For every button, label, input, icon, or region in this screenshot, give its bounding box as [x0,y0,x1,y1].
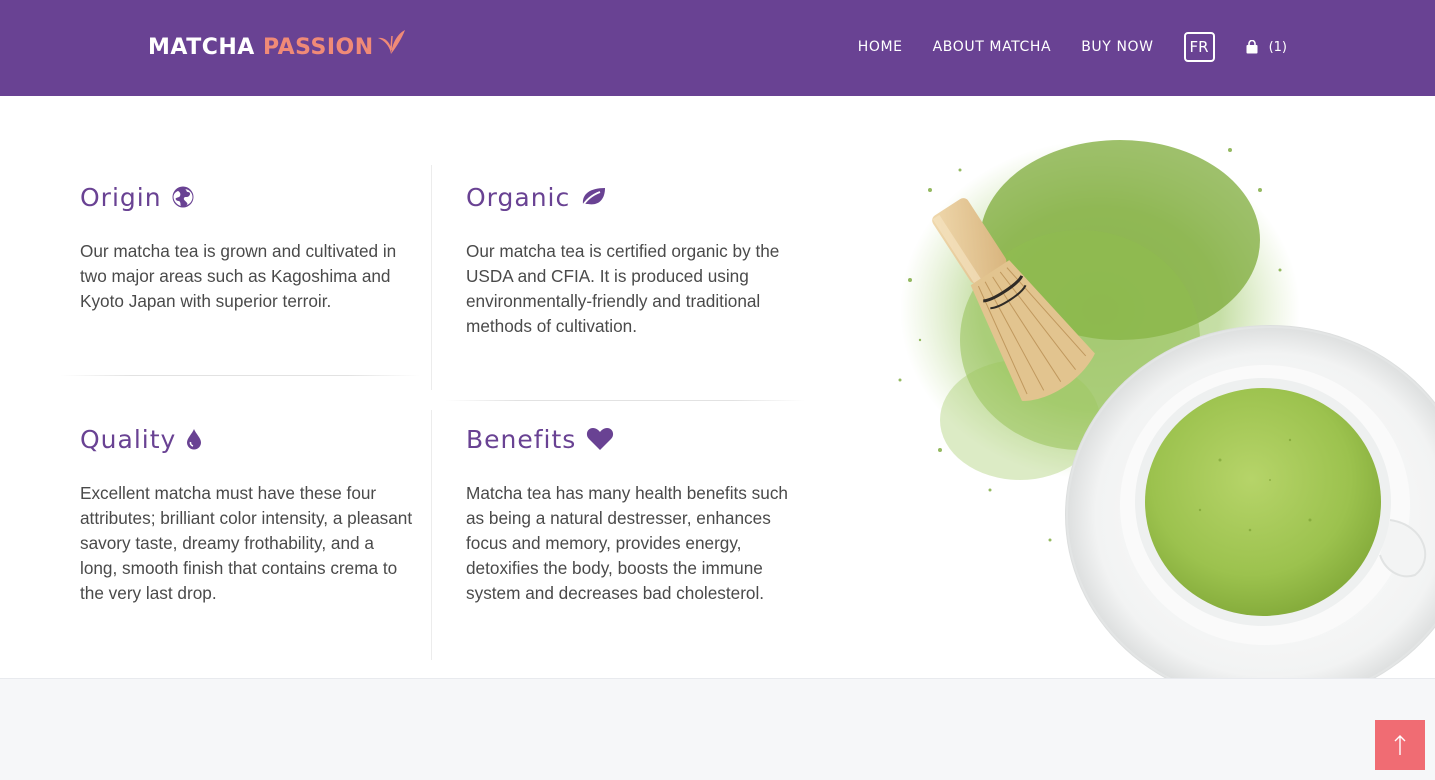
matcha-product-image [898,140,1435,678]
feature-origin: Origin Our matcha tea is grown and culti… [80,181,415,314]
feature-description: Matcha tea has many health benefits such… [466,483,788,603]
footer-band [0,678,1435,780]
globe-icon [172,186,194,208]
logo[interactable]: MATCHA PASSION [148,30,406,66]
tint-icon [187,429,202,450]
scroll-to-top-button[interactable] [1375,720,1425,770]
feature-title-text: Quality [80,424,177,454]
feature-benefits: Benefits Matcha tea has many health bene… [466,423,801,606]
feature-title-text: Benefits [466,424,577,454]
site-header: MATCHA PASSION HOME ABOUT MATCHA BUY NOW… [0,0,1435,96]
cart-count: (1) [1268,39,1287,55]
vertical-divider [431,165,432,390]
logo-text-part1: MATCHA [148,35,255,60]
feature-title-text: Organic [466,182,571,212]
feature-title-text: Origin [80,182,162,212]
nav-buy-now[interactable]: BUY NOW [1081,39,1153,55]
feature-organic: Organic Our matcha tea is certified orga… [466,181,801,339]
feature-description: Our matcha tea is grown and cultivated i… [80,241,397,311]
feature-title: Organic [466,181,801,213]
heart-icon [587,428,614,450]
cart-button[interactable]: (1) [1245,40,1287,55]
feature-quality: Quality Excellent matcha must have these… [80,423,415,606]
logo-leaf-icon [377,30,405,54]
shopping-bag-icon [1246,40,1258,54]
nav-home[interactable]: HOME [858,39,903,55]
feature-description: Excellent matcha must have these four at… [80,483,413,603]
arrow-up-icon [1394,735,1406,755]
vertical-divider [431,410,432,660]
feature-title: Benefits [466,423,801,455]
horizontal-divider [445,400,805,401]
logo-text-part2: PASSION [262,35,374,60]
nav-about-matcha[interactable]: ABOUT MATCHA [933,39,1052,55]
feature-title: Origin [80,181,415,213]
language-toggle[interactable]: FR [1183,32,1215,62]
main-nav: HOME ABOUT MATCHA BUY NOW FR (1) [858,31,1287,63]
feature-title: Quality [80,423,415,455]
feature-description: Our matcha tea is certified organic by t… [466,241,780,336]
leaf-icon [581,188,606,208]
horizontal-divider [60,375,420,376]
logo-text: MATCHA PASSION [148,37,374,59]
